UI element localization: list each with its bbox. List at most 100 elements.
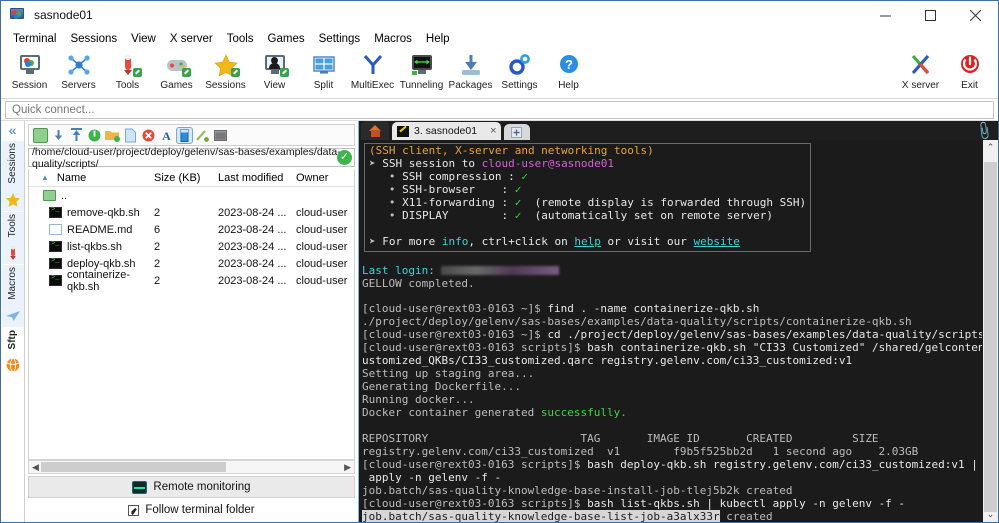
column-owner[interactable]: Owner [292, 172, 354, 184]
cmd-find: find . -name containerize-qkb.sh [547, 302, 759, 315]
toolbar-tools-label: Tools [116, 80, 139, 91]
file-size: 2 [150, 207, 214, 219]
new-folder-icon[interactable] [105, 128, 120, 143]
footer-help-link[interactable]: help [574, 235, 601, 248]
feature-0-check: ✓ [521, 170, 528, 183]
main-body: « Sessions Tools Macros [1, 121, 998, 522]
terminal-vertical-scrollbar[interactable]: ⌃ ⌄ [982, 140, 998, 522]
parent-folder-icon[interactable] [33, 128, 48, 143]
terminal-output[interactable]: (SSH client, X-server and networking too… [359, 140, 982, 522]
home-tab[interactable] [361, 121, 389, 140]
download-icon[interactable] [51, 128, 66, 143]
scroll-down-icon[interactable]: ⌄ [987, 507, 995, 522]
column-size[interactable]: Size (KB) [150, 172, 214, 184]
toolbar-session-label: Session [12, 80, 48, 91]
footer-website-link[interactable]: website [694, 235, 740, 248]
tab-sasnode01[interactable]: 3. sasnode01 × [392, 122, 501, 140]
open-text-editor-icon[interactable] [177, 128, 192, 143]
follow-terminal-folder-checkbox[interactable] [128, 505, 139, 516]
table-row[interactable]: remove-qkb.sh 2 2023-08-24 ... cloud-use… [29, 204, 354, 221]
sidebar-item-sessions[interactable]: Sessions [2, 141, 24, 211]
toolbar-tools-button[interactable]: Tools [103, 49, 152, 97]
collapse-panel-icon[interactable]: « [9, 123, 17, 137]
file-modified: 2023-08-24 ... [214, 241, 292, 253]
menu-games[interactable]: Games [261, 31, 312, 47]
sessions-star-icon [213, 53, 239, 79]
toolbar-games-button[interactable]: Games [152, 49, 201, 97]
delete-icon[interactable] [141, 128, 156, 143]
menu-settings[interactable]: Settings [312, 31, 368, 47]
app-icon [10, 8, 26, 22]
table-row[interactable]: .. [29, 187, 354, 204]
quick-connect-input[interactable]: Quick connect... [5, 101, 994, 119]
terminal-scrollbar-thumb[interactable] [984, 162, 997, 512]
follow-terminal-folder-row[interactable]: Follow terminal folder [25, 498, 358, 522]
terminal-here-icon[interactable] [213, 128, 228, 143]
feature-2-pad: : [495, 196, 515, 209]
banner-header: (SSH client, X-server and networking too… [369, 144, 654, 157]
tunneling-icon [409, 53, 435, 79]
sftp-horizontal-scrollbar[interactable]: ◀ ▶ [28, 460, 355, 474]
close-icon[interactable] [953, 1, 998, 29]
markdown-file-icon [49, 224, 62, 235]
cmd-deploy-1: bash deploy-qkb.sh registry.gelenv.com/c… [587, 458, 982, 471]
plane-icon [5, 308, 21, 324]
new-file-icon[interactable] [123, 128, 138, 143]
menu-terminal[interactable]: Terminal [6, 31, 63, 47]
toolbar-tunneling-button[interactable]: Tunneling [397, 49, 446, 97]
column-name[interactable]: ▲ Name [29, 172, 150, 184]
toolbar-exit-button[interactable]: Exit [945, 49, 994, 97]
maximize-icon[interactable] [908, 1, 953, 29]
toolbar-settings-button[interactable]: Settings [495, 49, 544, 97]
scroll-left-icon[interactable]: ◀ [29, 462, 42, 473]
paperclip-icon[interactable]: 📎 [973, 120, 995, 142]
minimize-icon[interactable] [863, 1, 908, 29]
scroll-up-icon[interactable]: ⌃ [987, 140, 995, 155]
sidebar-item-sftp[interactable]: Sftp [2, 328, 24, 376]
toolbar-split-button[interactable]: Split [299, 49, 348, 97]
scrollbar-thumb[interactable] [41, 462, 226, 472]
new-tab-button[interactable] [504, 124, 530, 140]
toolbar-packages-button[interactable]: Packages [446, 49, 495, 97]
svg-text:A: A [162, 129, 171, 143]
gellow-line: GELLOW completed. [362, 277, 475, 290]
column-last-modified[interactable]: Last modified [214, 172, 292, 184]
toolbar-multiexec-button[interactable]: MultiExec [348, 49, 397, 97]
menu-sessions[interactable]: Sessions [63, 31, 124, 47]
sftp-path-bar[interactable]: /home/cloud-user/project/deploy/gelenv/s… [28, 148, 355, 167]
sidebar-item-macros[interactable]: Macros [2, 265, 24, 327]
feature-3-pad: : [448, 209, 514, 222]
table-row[interactable]: list-qkbs.sh 2 2023-08-24 ... cloud-user [29, 238, 354, 255]
file-list-rows: .. remove-qkb.sh 2 2023-08-24 ... [29, 187, 354, 459]
menu-view[interactable]: View [124, 31, 163, 47]
shell-script-icon [49, 258, 62, 269]
close-tab-icon[interactable]: × [490, 125, 496, 137]
toolbar-sessions-button[interactable]: Sessions [201, 49, 250, 97]
file-owner: cloud-user [292, 207, 354, 219]
permissions-icon[interactable] [195, 128, 210, 143]
upload-icon[interactable] [69, 128, 84, 143]
footer-c: or visit our [601, 235, 694, 248]
file-owner: cloud-user [292, 224, 354, 236]
remote-monitoring-button[interactable]: Remote monitoring [28, 476, 355, 498]
toolbar-servers-button[interactable]: Servers [54, 49, 103, 97]
menu-tools[interactable]: Tools [220, 31, 261, 47]
menu-macros[interactable]: Macros [367, 31, 419, 47]
menu-help[interactable]: Help [419, 31, 457, 47]
toolbar-x-server-label: X server [902, 80, 939, 91]
menu-x-server[interactable]: X server [163, 31, 220, 47]
table-row[interactable]: containerize-qkb.sh 2 2023-08-24 ... clo… [29, 272, 354, 289]
toolbar-session-button[interactable]: Session [5, 49, 54, 97]
scroll-right-icon[interactable]: ▶ [341, 462, 354, 473]
terminal-panel: 3. sasnode01 × 📎 (SSH client, X-server a… [359, 121, 998, 522]
sidebar-item-tools[interactable]: Tools [2, 212, 24, 264]
out-dockerfile: Generating Dockerfile... [362, 380, 521, 393]
banner-session-user: cloud-user@sasnode01 [482, 157, 614, 170]
refresh-icon[interactable] [87, 128, 102, 143]
file-owner: cloud-user [292, 275, 354, 287]
rename-icon[interactable]: A [159, 128, 174, 143]
table-row[interactable]: README.md 6 2023-08-24 ... cloud-user [29, 221, 354, 238]
toolbar-view-button[interactable]: View [250, 49, 299, 97]
toolbar-help-button[interactable]: ? Help [544, 49, 593, 97]
toolbar-x-server-button[interactable]: X server [896, 49, 945, 97]
